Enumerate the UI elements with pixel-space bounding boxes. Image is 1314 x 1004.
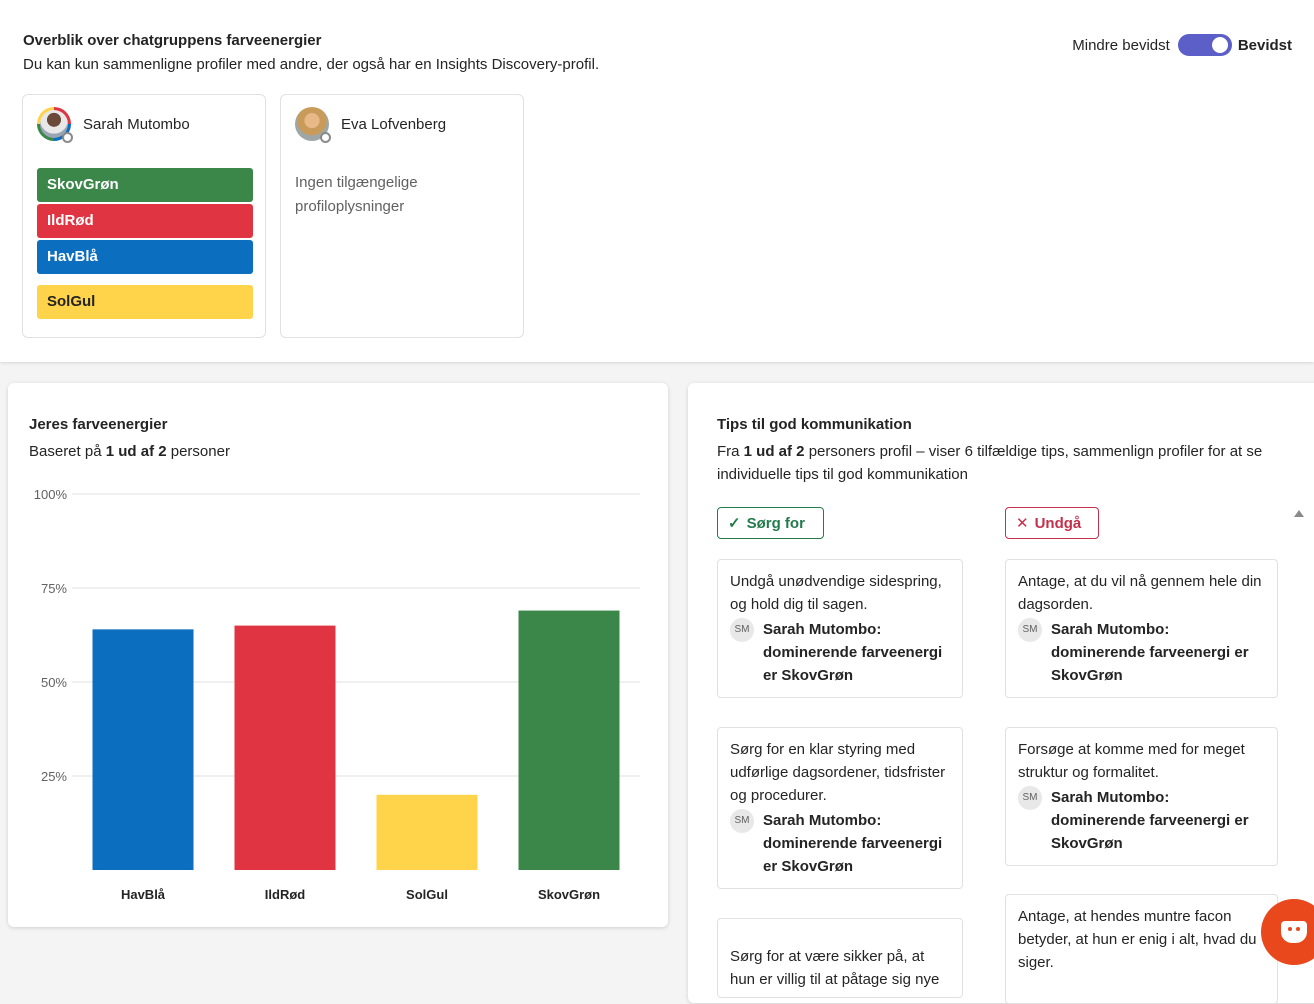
tip-card-do: Sørg for at være sikker på, at hun er vi… <box>717 918 963 998</box>
initials-avatar: SM <box>730 618 754 642</box>
tip-card-do: Sørg for en klar styring med udførlige d… <box>717 727 963 889</box>
bar-0 <box>92 629 194 870</box>
tip-text: Forsøge at komme med for meget struktur … <box>1018 741 1245 781</box>
chart-bars <box>92 610 620 870</box>
y-tick-label: 25% <box>41 769 67 784</box>
tip-source-text: Sarah Mutombo: dominerende farveenergi e… <box>1051 621 1249 684</box>
tip-card-avoid: Antage, at hendes muntre facon betyder, … <box>1005 894 1278 1004</box>
initials-avatar: SM <box>1018 618 1042 642</box>
check-icon: ✓ <box>728 515 741 532</box>
y-tick-label: 50% <box>41 675 67 690</box>
tip-text: Sørg for at være sikker på, at hun er vi… <box>730 948 940 988</box>
avoid-filter-button[interactable]: ✕ Undgå <box>1005 507 1099 539</box>
close-icon: ✕ <box>1016 515 1029 532</box>
tip-source-text: Sarah Mutombo: dominerende farveenergi e… <box>763 621 943 684</box>
tip-source-text: Sarah Mutombo: dominerende farveenergi e… <box>763 812 943 875</box>
bot-face-icon <box>1281 921 1307 943</box>
tip-text: Antage, at hendes muntre facon betyder, … <box>1018 908 1257 971</box>
x-category-label: SolGul <box>406 887 448 902</box>
y-tick-label: 75% <box>41 581 67 596</box>
tip-text: Antage, at du vil nå gennem hele din dag… <box>1018 573 1262 613</box>
tip-source: SM Sarah Mutombo: dominerende farveenergi… <box>1018 618 1265 687</box>
tip-text: Sørg for en klar styring med udførlige d… <box>730 741 946 804</box>
bar-1 <box>234 625 336 870</box>
x-category-label: IldRød <box>265 887 305 902</box>
y-tick-label: 100% <box>34 487 68 502</box>
tip-card-avoid: Forsøge at komme med for meget struktur … <box>1005 727 1278 866</box>
tip-text: Undgå unødvendige sidespring, og hold di… <box>730 573 942 613</box>
tip-source: SM Sarah Mutombo: dominerende farveenergi… <box>730 618 950 687</box>
tip-source: SM Sarah Mutombo: dominerende farveenergi… <box>730 809 950 878</box>
tips-subtitle: Fra 1 ud af 2 personers profil – viser 6… <box>717 443 1263 483</box>
initials-avatar: SM <box>1018 786 1042 810</box>
scroll-up-arrow-icon[interactable] <box>1294 510 1304 517</box>
tips-title: Tips til god kommunikation <box>717 416 912 433</box>
initials-avatar: SM <box>730 809 754 833</box>
bar-3 <box>518 610 620 870</box>
tip-card-do: Undgå unødvendige sidespring, og hold di… <box>717 559 963 698</box>
tip-source-text: Sarah Mutombo: dominerende farveenergi e… <box>1051 789 1249 852</box>
do-filter-button[interactable]: ✓ Sørg for <box>717 507 824 539</box>
tip-source: SM Sarah Mutombo: dominerende farveenergi… <box>1018 786 1265 855</box>
x-category-label: HavBlå <box>121 887 166 902</box>
tip-card-avoid: Antage, at du vil nå gennem hele din dag… <box>1005 559 1278 698</box>
bar-2 <box>376 794 478 870</box>
x-category-label: SkovGrøn <box>538 887 600 902</box>
